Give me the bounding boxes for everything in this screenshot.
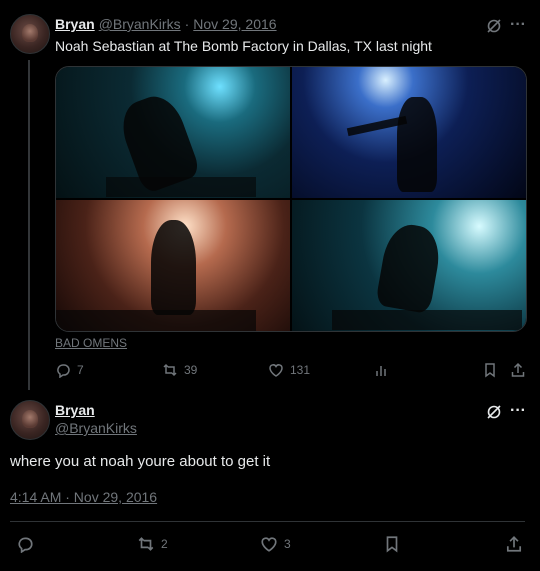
retweet-button[interactable]: 39 [162,362,197,378]
views-button[interactable] [374,362,390,378]
grok-button[interactable] [486,404,502,420]
tweet-text: Noah Sebastian at The Bomb Factory in Da… [55,38,432,54]
author-handle[interactable]: @BryanKirks [55,420,137,436]
share-icon [506,536,522,552]
share-button[interactable] [505,535,523,553]
reply-button[interactable] [16,535,34,553]
bookmark-icon [485,363,495,378]
tweet-text: where you at noah youre about to get it [10,453,271,470]
more-button[interactable]: ··· [510,402,526,420]
more-icon: ··· [510,402,526,419]
like-count: 3 [284,537,291,551]
avatar[interactable] [10,400,50,440]
share-icon [511,362,525,377]
like-icon [261,537,277,552]
retweet-icon [163,363,177,377]
share-button[interactable] [510,362,526,378]
author-handle[interactable]: @BryanKirks [99,16,181,32]
media-tag[interactable]: BAD OMENS [55,336,127,350]
divider [10,521,525,522]
author-name[interactable]: Bryan [55,16,95,32]
media-grid [55,66,527,332]
concert-photo-4[interactable] [292,200,526,331]
like-button[interactable]: 131 [268,362,310,378]
grok-icon [487,19,501,33]
like-count: 131 [290,363,311,377]
more-button[interactable]: ··· [510,16,526,34]
tweet-header: Bryan @BryanKirks · Nov 29, 2016 [55,16,277,32]
retweet-count: 39 [184,363,198,377]
reply-count: 7 [77,363,84,377]
grok-icon [487,405,501,419]
tweet-timestamp[interactable]: 4:14 AM · Nov 29, 2016 [10,489,157,505]
concert-photo-1[interactable] [56,67,290,198]
bookmark-button[interactable] [482,362,498,378]
retweet-count: 2 [161,537,168,551]
avatar[interactable] [10,14,50,54]
separator: · [184,16,190,32]
retweet-button[interactable]: 2 [137,535,168,553]
more-icon: ··· [510,16,526,33]
reply-icon [57,364,70,378]
concert-photo-3[interactable] [56,200,290,331]
like-icon [269,364,283,377]
retweet-icon [138,537,154,551]
thread-line [28,60,30,390]
views-icon [376,366,386,376]
bookmark-button[interactable] [383,535,401,553]
tweet-date[interactable]: Nov 29, 2016 [193,16,276,32]
concert-photo-2[interactable] [292,67,526,198]
reply-icon [18,537,33,553]
like-button[interactable]: 3 [260,535,291,553]
bookmark-icon [386,536,398,553]
reply-button[interactable]: 7 [55,362,84,378]
author-name[interactable]: Bryan [55,402,95,418]
grok-button[interactable] [486,18,502,34]
